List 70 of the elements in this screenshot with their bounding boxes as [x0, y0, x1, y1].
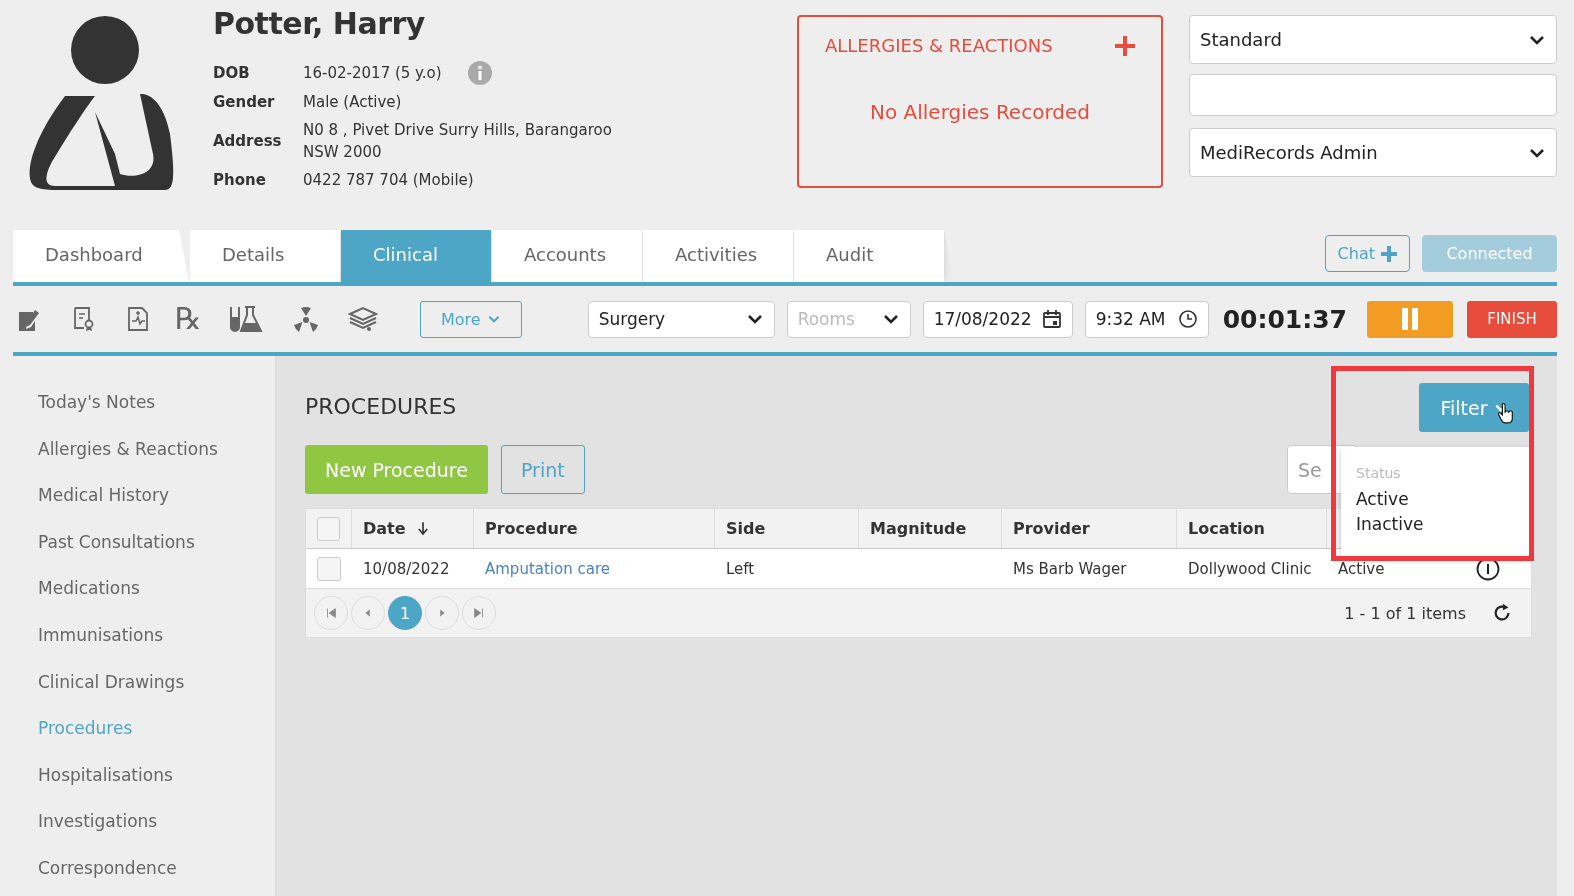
sidebar-item[interactable]: Medications — [13, 578, 275, 625]
field-value: Male (Active) — [303, 92, 402, 113]
finish-button[interactable]: FINISH — [1467, 300, 1557, 338]
column-header[interactable]: Side — [726, 519, 766, 538]
hand-cursor-icon — [1497, 401, 1515, 425]
column-header[interactable]: Provider — [1013, 519, 1090, 538]
table-cell: Active — [1338, 559, 1385, 578]
filter-button[interactable]: Filter — [1419, 383, 1529, 432]
sidebar-item[interactable]: Allergies & Reactions — [13, 438, 275, 486]
timer: 00:01:37 — [1222, 304, 1347, 334]
table-cell: Ms Barb Wager — [1013, 559, 1127, 578]
stacked-books-icon[interactable] — [347, 305, 378, 333]
sidebar-item[interactable]: Medical History — [13, 485, 275, 532]
field-value: 16-02-2017 (5 y.o) — [303, 63, 442, 84]
patient-name: Potter, Harry — [213, 6, 426, 41]
allergy-message: No Allergies Recorded — [869, 100, 1091, 124]
menu-item[interactable]: Inactive — [1356, 512, 1514, 537]
radiation-icon[interactable] — [291, 305, 320, 333]
menu-heading: Status — [1356, 465, 1402, 481]
sidebar-item[interactable]: Immunisations — [13, 624, 275, 672]
tab[interactable]: Accounts — [492, 230, 642, 282]
sidebar-item[interactable]: Hospitalisations — [13, 764, 275, 812]
field-label: Address — [213, 132, 283, 150]
procedure-link[interactable]: Amputation care — [485, 559, 610, 578]
allergy-title: ALLERGIES & REACTIONS — [825, 35, 1053, 56]
field-label: DOB — [213, 64, 251, 82]
column-header[interactable]: Date — [363, 519, 406, 538]
lab-flask-icon[interactable] — [227, 305, 264, 333]
column-header[interactable]: Location — [1188, 519, 1265, 538]
medical-chart-document-icon[interactable] — [125, 306, 151, 332]
menu-item[interactable]: Active — [1356, 487, 1514, 512]
time-field[interactable]: 9:32 AM — [1084, 300, 1209, 338]
tab[interactable]: Dashboard — [13, 230, 189, 282]
plus-icon[interactable] — [1115, 35, 1135, 56]
sidebar-item[interactable]: Correspondence — [13, 857, 275, 896]
pagination-summary: 1 - 1 of 1 items — [1344, 603, 1466, 623]
tab[interactable]: Audit — [794, 230, 944, 282]
pause-button[interactable] — [1367, 300, 1453, 338]
field-label: Phone — [213, 171, 267, 189]
column-header[interactable]: Procedure — [485, 519, 578, 538]
select-all-checkbox[interactable] — [317, 516, 340, 541]
tab[interactable]: Clinical — [341, 230, 491, 282]
dropdown[interactable]: Standard — [1189, 15, 1557, 64]
field-value: 0422 787 704 (Mobile) — [303, 170, 474, 191]
table-cell: 10/08/2022 — [363, 559, 450, 578]
sidebar-item[interactable]: Past Consultations — [13, 531, 275, 579]
sort-arrow-down-icon[interactable] — [417, 521, 428, 536]
sidebar-item[interactable]: Today's Notes — [13, 392, 275, 439]
prescription-icon[interactable]: ℞ — [175, 304, 202, 334]
plus-icon — [1381, 245, 1397, 262]
row-checkbox[interactable] — [317, 556, 341, 581]
tab[interactable]: Activities — [643, 230, 793, 282]
sidebar-item[interactable]: Clinical Drawings — [13, 671, 275, 719]
dropdown[interactable]: MediRecords Admin — [1189, 128, 1557, 177]
sidebar-item[interactable]: Investigations — [13, 811, 275, 858]
clock-icon — [1177, 309, 1198, 329]
page-title: PROCEDURES — [305, 394, 457, 419]
table-cell: Dollywood Clinic — [1188, 559, 1312, 578]
table-cell: Left — [726, 559, 755, 578]
pause-icon — [1400, 308, 1420, 330]
calendar-icon — [1041, 309, 1062, 329]
info-icon[interactable] — [467, 61, 492, 85]
date-field[interactable]: 17/08/2022 — [922, 300, 1073, 338]
field-value: N0 8 , Pivet Drive Surry Hills, Barangaroo NSW 2000 — [303, 120, 612, 163]
input-field[interactable] — [1189, 74, 1557, 116]
tab[interactable]: Details — [190, 230, 340, 282]
page-number-button[interactable]: 1 — [388, 596, 422, 630]
location-dropdown[interactable]: Surgery — [587, 300, 775, 338]
field-label: Gender — [213, 93, 276, 111]
column-header[interactable]: Magnitude — [870, 519, 967, 538]
